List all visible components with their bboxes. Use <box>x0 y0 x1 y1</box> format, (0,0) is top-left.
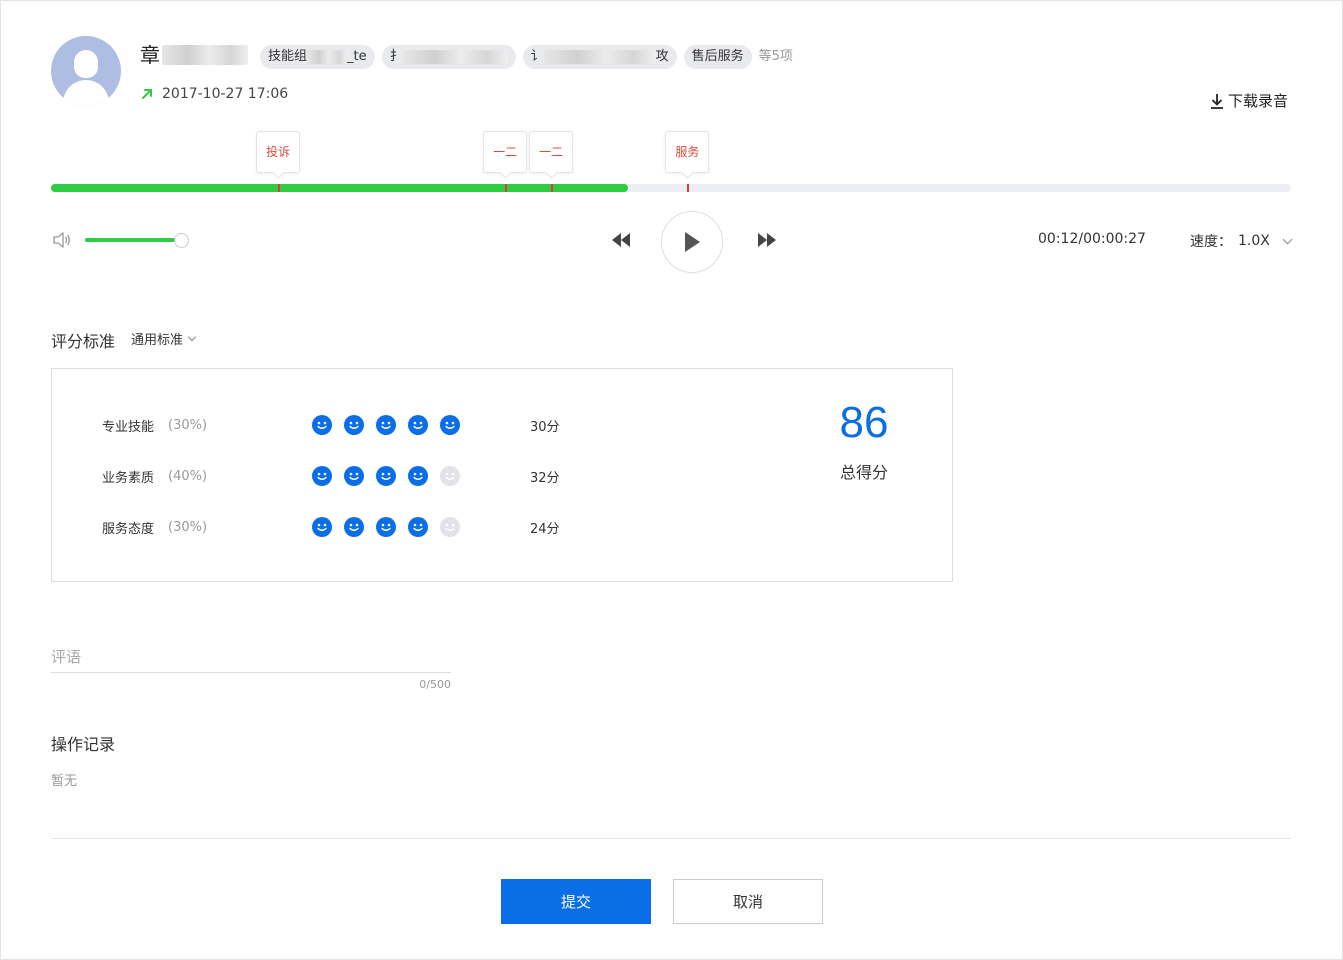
smiley-rating-icon[interactable] <box>440 517 460 537</box>
tag-skill-group: 技能组 _te <box>260 45 375 69</box>
smiley-rating-icon[interactable] <box>344 466 364 486</box>
timeline-marker[interactable]: 一二 <box>528 131 573 173</box>
criterion-score: 32分 <box>530 470 560 486</box>
redacted-name <box>162 44 248 65</box>
comment-input[interactable] <box>51 642 451 673</box>
avatar-head-shape <box>74 50 98 78</box>
scoring-standard-select[interactable]: 通用标准 <box>131 329 197 348</box>
tag-text: 技能组 <box>268 49 308 64</box>
criterion-score: 24分 <box>530 521 560 537</box>
total-score-label: 总得分 <box>839 463 888 482</box>
call-datetime-row: 2017-10-27 17:06 <box>140 86 288 102</box>
playback-time: 00:12/00:00:27 <box>1038 231 1146 247</box>
operation-log-empty: 暂无 <box>51 774 78 789</box>
smiley-rating-icon[interactable] <box>376 466 396 486</box>
submit-button[interactable]: 提交 <box>501 879 651 924</box>
criterion-label: 专业技能 <box>102 419 155 435</box>
tag-text: 讠 <box>530 49 544 64</box>
operation-log-title: 操作记录 <box>51 735 116 754</box>
timeline-marker[interactable]: 一二 <box>483 131 528 173</box>
tag-after-sales: 售后服务 <box>683 45 752 69</box>
fast-forward-icon[interactable] <box>756 232 778 248</box>
comment-char-counter: 0/500 <box>419 678 451 691</box>
timeline-marker[interactable]: 服务 <box>665 131 710 173</box>
agent-name: 章 <box>140 42 248 68</box>
agent-name-text: 章 <box>140 43 160 67</box>
redacted-text <box>402 50 508 64</box>
speed-select[interactable]: 速度： 1.0X <box>1190 231 1293 251</box>
audio-progress-track[interactable] <box>51 184 1291 192</box>
smiley-rating-icon[interactable] <box>376 415 396 435</box>
score-panel: 专业技能 (30%) 30分 业务素质 (40%) 32分 服务态度 (30%) 24分 86 … <box>51 368 953 582</box>
smiley-rating-icon[interactable] <box>440 415 460 435</box>
play-icon <box>685 232 700 252</box>
outgoing-call-arrow-icon <box>142 89 152 99</box>
volume-slider-handle[interactable] <box>173 233 189 248</box>
smiley-rating-icon[interactable] <box>376 517 396 537</box>
avatar-body-shape <box>63 80 109 106</box>
smiley-rating-icon[interactable] <box>440 466 460 486</box>
scoring-standard-value: 通用标准 <box>131 333 184 348</box>
tag-text: 售后服务 <box>691 49 744 64</box>
rating-faces <box>312 415 530 435</box>
volume-slider-fill <box>85 238 181 242</box>
timeline-marker[interactable]: 投诉 <box>256 131 301 173</box>
smiley-rating-icon[interactable] <box>312 517 332 537</box>
timeline-tick <box>550 184 553 192</box>
download-recording-button[interactable]: 下载录音 <box>1210 90 1288 111</box>
smiley-rating-icon[interactable] <box>344 517 364 537</box>
download-label: 下载录音 <box>1228 92 1289 110</box>
timeline-tick <box>687 184 690 192</box>
cancel-button[interactable]: 取消 <box>673 879 823 924</box>
chevron-down-icon <box>1282 234 1293 244</box>
timeline-tick <box>278 184 281 192</box>
smiley-rating-icon[interactable] <box>408 415 428 435</box>
avatar <box>51 36 121 106</box>
rewind-icon[interactable] <box>610 232 632 248</box>
download-icon <box>1211 93 1223 109</box>
redacted-text <box>307 50 348 64</box>
criterion-score: 30分 <box>530 419 560 435</box>
criterion-weight: (30%) <box>168 519 208 535</box>
smiley-rating-icon[interactable] <box>408 517 428 537</box>
tag-text: 扌 <box>389 49 403 64</box>
tag-2: 扌 <box>381 45 516 69</box>
timeline-tick <box>505 184 508 192</box>
divider <box>51 838 1291 839</box>
smiley-rating-icon[interactable] <box>344 415 364 435</box>
play-button[interactable] <box>661 211 723 273</box>
smiley-rating-icon[interactable] <box>312 466 332 486</box>
tag-text: 攻 <box>655 49 669 64</box>
call-datetime: 2017-10-27 17:06 <box>162 86 289 102</box>
smiley-rating-icon[interactable] <box>312 415 332 435</box>
criterion-label: 服务态度 <box>102 521 155 537</box>
more-tags-link[interactable]: 等5项 <box>759 45 793 69</box>
scoring-standard-label: 评分标准 <box>51 332 116 351</box>
audio-progress-fill <box>51 184 628 192</box>
rating-faces <box>312 517 530 537</box>
criterion-label: 业务素质 <box>102 470 155 486</box>
redacted-text <box>543 50 656 64</box>
volume-icon[interactable] <box>53 232 71 248</box>
criterion-weight: (30%) <box>168 417 208 433</box>
score-row: 服务态度 (30%) 24分 <box>102 515 560 539</box>
criterion-weight: (40%) <box>168 468 208 484</box>
score-row: 专业技能 (30%) 30分 <box>102 413 560 437</box>
chevron-down-icon <box>187 332 197 341</box>
score-row: 业务素质 (40%) 32分 <box>102 464 560 488</box>
tag-3: 讠 攻 <box>522 45 677 69</box>
tag-text: _te <box>347 49 367 64</box>
smiley-rating-icon[interactable] <box>408 466 428 486</box>
tag-list: 技能组 _te 扌 讠 攻 售后服务 等5项 <box>260 45 793 69</box>
speed-label: 速度： <box>1190 234 1232 250</box>
rating-faces <box>312 466 530 486</box>
current-time: 00:12 <box>1038 231 1079 247</box>
total-score: 86 <box>839 398 889 447</box>
speed-value: 1.0X <box>1238 233 1270 249</box>
total-time: 00:00:27 <box>1083 231 1146 247</box>
